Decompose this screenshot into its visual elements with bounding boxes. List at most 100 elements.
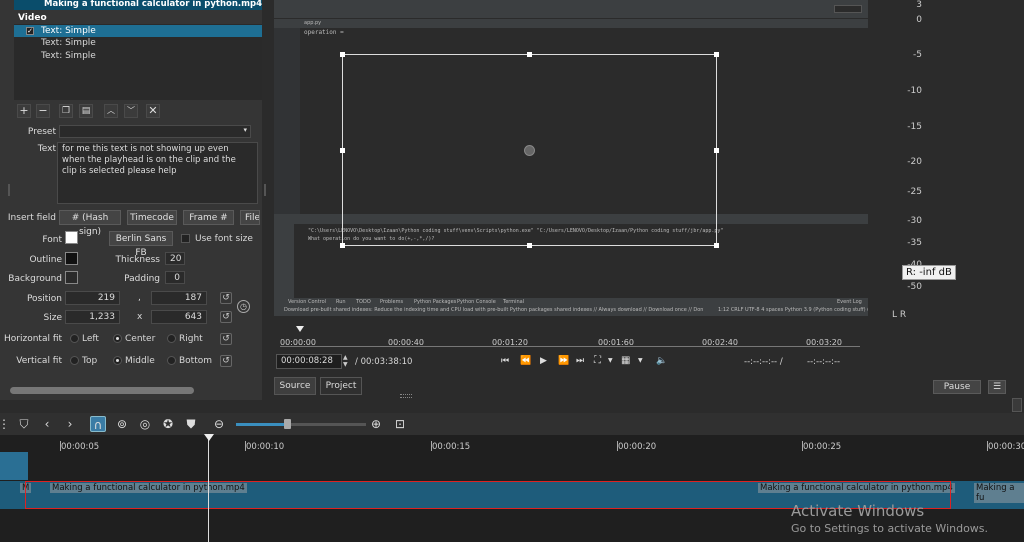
previous-marker-icon[interactable]: ‹ xyxy=(39,416,55,432)
zoom-out-icon[interactable]: ⊖ xyxy=(211,416,227,432)
use-font-size-checkbox[interactable] xyxy=(181,234,190,243)
position-y-input[interactable]: 187 xyxy=(151,291,207,305)
copy-icon[interactable]: ❐ xyxy=(59,104,73,118)
outline-color-swatch[interactable] xyxy=(65,252,78,265)
splitter-handle[interactable] xyxy=(400,394,412,398)
insert-hash-button[interactable]: # (Hash sign) xyxy=(59,210,121,237)
current-timecode[interactable]: 00:00:08:28 xyxy=(276,354,342,369)
reset-icon[interactable]: ↺ xyxy=(220,311,232,323)
zoom-slider[interactable] xyxy=(236,419,366,429)
menu-icon[interactable]: ⋮ xyxy=(0,416,12,432)
reset-icon[interactable]: ↺ xyxy=(220,333,232,345)
scrub-playhead-icon[interactable] xyxy=(296,326,304,332)
zoom-in-icon[interactable]: ⊕ xyxy=(368,416,384,432)
resize-handle[interactable] xyxy=(714,148,719,153)
resize-handle[interactable] xyxy=(714,52,719,57)
text-input[interactable]: for me this text is not showing up even … xyxy=(57,142,258,204)
next-marker-icon[interactable]: › xyxy=(62,416,78,432)
overlay-center-handle[interactable] xyxy=(524,145,535,156)
rewind-icon[interactable]: ⏪ xyxy=(520,356,531,366)
splitter-handle[interactable] xyxy=(8,184,10,196)
volume-icon[interactable]: 🔈 xyxy=(656,356,667,366)
reset-icon[interactable]: ↺ xyxy=(220,292,232,304)
preset-select[interactable]: ▾ xyxy=(59,125,251,138)
filter-item[interactable]: Text: Simple xyxy=(14,37,262,49)
play-icon[interactable]: ▶ xyxy=(540,356,547,366)
tab-source[interactable]: Source xyxy=(274,377,316,395)
position-x-input[interactable]: 219 xyxy=(65,291,120,305)
filter-enable-checkbox[interactable] xyxy=(26,52,34,60)
ripple-markers-icon[interactable]: ⛊ xyxy=(183,416,199,432)
chevron-down-icon[interactable]: ▼ xyxy=(638,357,643,364)
ide-tabbar: app.py xyxy=(274,18,868,28)
filter-enable-checkbox[interactable]: ✓ xyxy=(26,27,34,35)
reset-icon[interactable]: ↺ xyxy=(220,355,232,367)
move-up-icon[interactable]: ︿ xyxy=(104,104,118,118)
skip-to-end-icon[interactable]: ⏭ xyxy=(576,356,584,366)
out-point: --:--:--:-- xyxy=(807,357,841,367)
stopwatch-icon[interactable]: ◷ xyxy=(237,300,250,313)
timeline-clip[interactable] xyxy=(0,452,28,480)
filter-enable-checkbox[interactable] xyxy=(26,39,34,47)
size-height-input[interactable]: 643 xyxy=(151,310,207,324)
meter-tick: -10 xyxy=(907,86,922,96)
scrub-audio-icon[interactable]: ⊚ xyxy=(114,416,130,432)
meter-tick: -50 xyxy=(907,282,922,292)
grid-icon[interactable]: ▦ xyxy=(621,355,630,366)
resize-handle[interactable] xyxy=(340,243,345,248)
insert-timecode-button[interactable]: Timecode xyxy=(127,210,177,225)
skip-to-start-icon[interactable]: ⏮ xyxy=(501,356,509,366)
vfit-top-radio[interactable] xyxy=(70,356,79,365)
resize-handle[interactable] xyxy=(340,52,345,57)
filter-item[interactable]: ✓ Text: Simple xyxy=(14,25,262,37)
filter-item[interactable]: Text: Simple xyxy=(14,50,262,62)
vfit-middle-radio[interactable] xyxy=(113,356,122,365)
horizontal-scrollbar[interactable] xyxy=(10,387,194,394)
marker-icon[interactable]: ⛉ xyxy=(16,416,32,432)
splitter-handle[interactable] xyxy=(264,184,266,196)
hfit-right-radio[interactable] xyxy=(167,334,176,343)
padding-input[interactable]: 0 xyxy=(165,271,185,284)
menu-icon[interactable]: ☰ xyxy=(988,380,1006,394)
player-scrub-ruler[interactable]: 00:00:00 00:00:40 00:01:20 00:01:60 00:0… xyxy=(280,326,860,350)
font-color-swatch[interactable] xyxy=(65,231,78,244)
zoom-fit-icon[interactable]: ⊡ xyxy=(392,416,408,432)
size-width-input[interactable]: 1,233 xyxy=(65,310,120,324)
size-separator: x xyxy=(137,312,143,322)
background-color-swatch[interactable] xyxy=(65,271,78,284)
pause-button[interactable]: Pause xyxy=(933,380,981,394)
hfit-center-radio[interactable] xyxy=(113,334,122,343)
font-button[interactable]: Berlin Sans FB xyxy=(109,231,173,258)
hfit-left-radio[interactable] xyxy=(70,334,79,343)
zoom-slider-handle[interactable] xyxy=(284,419,291,429)
font-label: Font xyxy=(42,235,62,245)
activation-title: Activate Windows xyxy=(791,502,925,520)
paste-icon[interactable]: ▤ xyxy=(79,104,93,118)
snap-icon[interactable]: ∩ xyxy=(90,416,106,432)
ripple-icon[interactable]: ◎ xyxy=(137,416,153,432)
ide-bottom-tab: Terminal xyxy=(503,299,525,305)
vfit-bottom-radio[interactable] xyxy=(167,356,176,365)
resize-handle[interactable] xyxy=(527,243,532,248)
insert-file-button[interactable]: File xyxy=(240,210,260,225)
zoom-icon[interactable]: ⛶ xyxy=(594,355,601,366)
insert-frame-button[interactable]: Frame # xyxy=(183,210,234,225)
resize-handle[interactable] xyxy=(527,52,532,57)
playhead-icon[interactable] xyxy=(204,434,214,441)
thickness-input[interactable]: 20 xyxy=(165,252,185,265)
add-icon[interactable]: + xyxy=(17,104,31,118)
timeline-tick-label: 00:00:15 xyxy=(432,442,471,452)
timecode-spinner-icon[interactable]: ▲ ▼ xyxy=(343,354,348,368)
chevron-down-icon[interactable]: ▼ xyxy=(608,357,613,364)
remove-icon[interactable]: − xyxy=(36,104,50,118)
close-icon[interactable]: ✕ xyxy=(146,104,160,118)
resize-handle[interactable] xyxy=(714,243,719,248)
scrollbar[interactable] xyxy=(1012,398,1022,412)
timeline-playhead[interactable] xyxy=(208,435,209,542)
ripple-all-tracks-icon[interactable]: ✪ xyxy=(160,416,176,432)
tab-project[interactable]: Project xyxy=(320,377,362,395)
resize-handle[interactable] xyxy=(340,148,345,153)
tooltip: R: -inf dB xyxy=(902,265,956,280)
fast-forward-icon[interactable]: ⏩ xyxy=(558,356,569,366)
move-down-icon[interactable]: ﹀ xyxy=(124,104,138,118)
